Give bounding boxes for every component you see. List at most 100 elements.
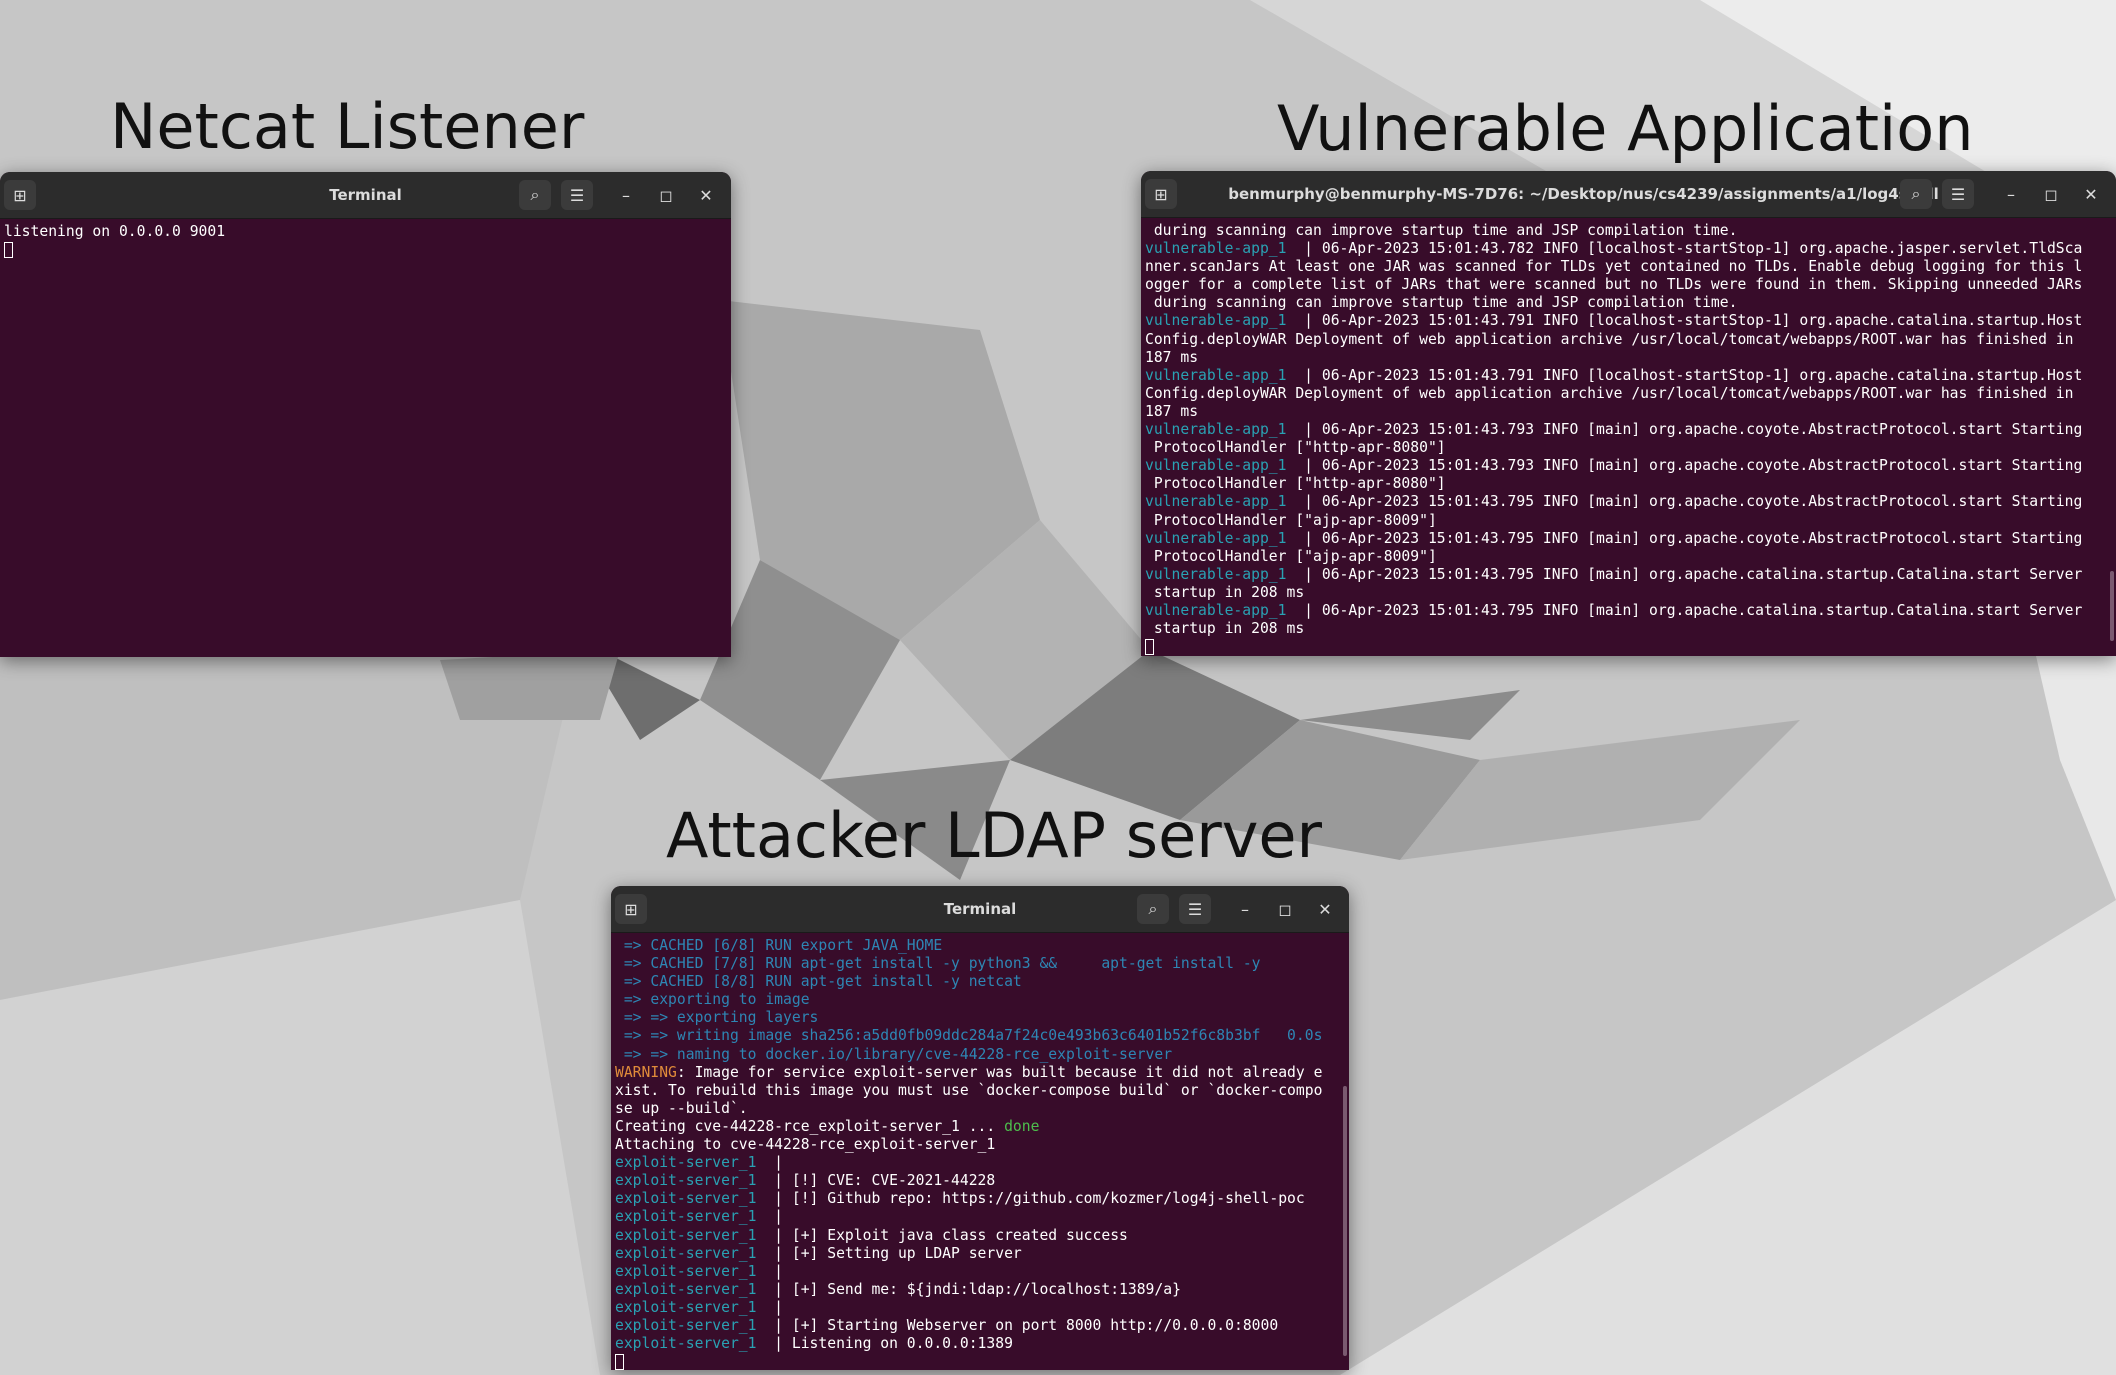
terminal-text: during scanning can improve startup time…	[1145, 294, 1738, 312]
terminal-text: during scanning can improve startup time…	[1145, 222, 1738, 239]
terminal-line: listening on 0.0.0.0 9001	[4, 223, 226, 240]
terminal-line: => => exporting layers 0.0s	[615, 1009, 1345, 1027]
terminal-text: | 06-Apr-2023 15:01:43.795 INFO [main] o…	[1304, 529, 2083, 547]
terminal-text: |	[774, 1262, 784, 1280]
minimize-icon[interactable]: –	[1999, 182, 2023, 206]
terminal-line: nner.scanJars At least one JAR was scann…	[1145, 258, 2112, 276]
terminal-line: => CACHED [7/8] RUN apt-get install -y p…	[615, 955, 1345, 973]
terminal-line: ProtocolHandler ["http-apr-8080"]	[1145, 475, 2112, 493]
terminal-line: vulnerable-app_1 | 06-Apr-2023 15:01:43.…	[1145, 457, 2112, 475]
terminal-line: exploit-server_1 |	[615, 1208, 1345, 1226]
terminal-line: startup in 208 ms	[1145, 584, 2112, 602]
service-name-prefix: exploit-server_1	[615, 1298, 775, 1316]
vulnerable-app-terminal-window[interactable]: ⊞ benmurphy@benmurphy-MS-7D76: ~/Desktop…	[1141, 171, 2116, 656]
new-tab-icon[interactable]: ⊞	[1145, 179, 1177, 209]
terminal-output[interactable]: listening on 0.0.0.0 9001	[0, 219, 731, 259]
service-name-prefix: vulnerable-app_1	[1145, 493, 1305, 511]
scrollbar[interactable]	[1343, 1086, 1347, 1356]
terminal-line: ProtocolHandler ["http-apr-8080"]	[1145, 439, 2112, 457]
terminal-line: => => writing image sha256:a5dd0fb09ddc2…	[615, 1027, 1345, 1045]
terminal-line: exploit-server_1 | [+] Exploit java clas…	[615, 1227, 1345, 1245]
terminal-line: vulnerable-app_1 | 06-Apr-2023 15:01:43.…	[1145, 312, 2112, 330]
attacker-ldap-terminal-window[interactable]: ⊞ Terminal ⌕ ☰ – ◻ ✕ => CACHED [6/8] RUN…	[611, 886, 1349, 1370]
terminal-text: WARNING	[615, 1063, 677, 1081]
terminal-text: |	[774, 1208, 784, 1226]
terminal-line	[4, 241, 727, 259]
terminal-line: vulnerable-app_1 | 06-Apr-2023 15:01:43.…	[1145, 530, 2112, 548]
service-name-prefix: exploit-server_1	[615, 1244, 775, 1262]
terminal-line: exploit-server_1 | [!] CVE: CVE-2021-442…	[615, 1172, 1345, 1190]
terminal-text: Config.deployWAR Deployment of web appli…	[1145, 330, 2074, 348]
netcat-terminal-window[interactable]: ⊞ Terminal ⌕ ☰ – ◻ ✕ listening on 0.0.0.…	[0, 172, 731, 657]
terminal-line: exploit-server_1 |	[615, 1263, 1345, 1281]
maximize-icon[interactable]: ◻	[2039, 182, 2063, 206]
close-icon[interactable]: ✕	[2079, 182, 2103, 206]
terminal-text: | 06-Apr-2023 15:01:43.782 INFO [localho…	[1304, 240, 2083, 258]
service-name-prefix: vulnerable-app_1	[1145, 312, 1305, 330]
hamburger-menu-icon[interactable]: ☰	[561, 180, 593, 210]
netcat-titlebar[interactable]: ⊞ Terminal ⌕ ☰ – ◻ ✕	[0, 172, 731, 219]
terminal-line: 187 ms	[1145, 403, 2112, 421]
terminal-text: ProtocolHandler ["http-apr-8080"]	[1145, 439, 1446, 457]
minimize-icon[interactable]: –	[614, 183, 638, 207]
terminal-line: WARNING: Image for service exploit-serve…	[615, 1064, 1345, 1082]
terminal-text: ogger for a complete list of JARs that w…	[1145, 276, 2083, 294]
minimize-icon[interactable]: –	[1233, 897, 1257, 921]
search-icon[interactable]: ⌕	[1137, 894, 1169, 924]
terminal-text: xist. To rebuild this image you must use…	[615, 1081, 1323, 1099]
terminal-line: vulnerable-app_1 | 06-Apr-2023 15:01:43.…	[1145, 421, 2112, 439]
search-icon[interactable]: ⌕	[1900, 179, 1932, 209]
terminal-text: | [!] CVE: CVE-2021-44228	[774, 1172, 996, 1190]
terminal-text: done	[1004, 1117, 1040, 1135]
terminal-text: | 06-Apr-2023 15:01:43.791 INFO [localho…	[1304, 312, 2083, 330]
caption-netcat-listener: Netcat Listener	[110, 90, 585, 163]
cursor-icon	[615, 1354, 624, 1370]
terminal-line	[1145, 638, 2112, 656]
terminal-line: ProtocolHandler ["ajp-apr-8009"]	[1145, 512, 2112, 530]
service-name-prefix: vulnerable-app_1	[1145, 366, 1305, 384]
terminal-line: => exporting to image 0.0s	[615, 991, 1345, 1009]
terminal-line: se up --build`.	[615, 1100, 1345, 1118]
terminal-text: ProtocolHandler ["ajp-apr-8009"]	[1145, 547, 1437, 565]
terminal-text: | 06-Apr-2023 15:01:43.793 INFO [main] o…	[1304, 457, 2083, 475]
terminal-line: exploit-server_1 | [+] Setting up LDAP s…	[615, 1245, 1345, 1263]
hamburger-menu-icon[interactable]: ☰	[1179, 894, 1211, 924]
terminal-line: vulnerable-app_1 | 06-Apr-2023 15:01:43.…	[1145, 367, 2112, 385]
terminal-line: xist. To rebuild this image you must use…	[615, 1082, 1345, 1100]
close-icon[interactable]: ✕	[694, 183, 718, 207]
terminal-text: se up --build`.	[615, 1099, 748, 1117]
terminal-text: Creating cve-44228-rce_exploit-server_1 …	[615, 1117, 1005, 1135]
close-icon[interactable]: ✕	[1313, 897, 1337, 921]
terminal-line: startup in 208 ms	[1145, 620, 2112, 638]
service-name-prefix: exploit-server_1	[615, 1262, 775, 1280]
terminal-text: => exporting to image 0.0s	[615, 991, 1349, 1009]
terminal-line: Config.deployWAR Deployment of web appli…	[1145, 331, 2112, 349]
service-name-prefix: exploit-server_1	[615, 1154, 775, 1172]
terminal-line: exploit-server_1 |	[615, 1154, 1345, 1172]
search-icon[interactable]: ⌕	[519, 180, 551, 210]
scrollbar[interactable]	[2110, 571, 2114, 641]
terminal-text: Config.deployWAR Deployment of web appli…	[1145, 384, 2074, 402]
hamburger-menu-icon[interactable]: ☰	[1942, 179, 1974, 209]
terminal-line: exploit-server_1 | [!] Github repo: http…	[615, 1190, 1345, 1208]
terminal-line: ProtocolHandler ["ajp-apr-8009"]	[1145, 548, 2112, 566]
attacker-titlebar[interactable]: ⊞ Terminal ⌕ ☰ – ◻ ✕	[611, 886, 1349, 933]
window-title: benmurphy@benmurphy-MS-7D76: ~/Desktop/n…	[1228, 185, 1939, 203]
terminal-text: 187 ms	[1145, 402, 1199, 420]
terminal-output[interactable]: => CACHED [6/8] RUN export JAVA_HOME 0.0…	[611, 933, 1349, 1370]
service-name-prefix: exploit-server_1	[615, 1226, 775, 1244]
maximize-icon[interactable]: ◻	[654, 183, 678, 207]
maximize-icon[interactable]: ◻	[1273, 897, 1297, 921]
new-tab-icon[interactable]: ⊞	[4, 180, 36, 210]
new-tab-icon[interactable]: ⊞	[615, 894, 647, 924]
terminal-line: Creating cve-44228-rce_exploit-server_1 …	[615, 1118, 1345, 1136]
terminal-output[interactable]: during scanning can improve startup time…	[1141, 218, 2116, 656]
terminal-line: => CACHED [8/8] RUN apt-get install -y n…	[615, 973, 1345, 991]
terminal-text: | [+] Starting Webserver on port 8000 ht…	[774, 1316, 1279, 1334]
service-name-prefix: vulnerable-app_1	[1145, 565, 1305, 583]
service-name-prefix: exploit-server_1	[615, 1190, 775, 1208]
terminal-text: : Image for service exploit-server was b…	[676, 1063, 1323, 1081]
vulnerable-app-titlebar[interactable]: ⊞ benmurphy@benmurphy-MS-7D76: ~/Desktop…	[1141, 171, 2116, 218]
terminal-line: exploit-server_1 |	[615, 1299, 1345, 1317]
service-name-prefix: vulnerable-app_1	[1145, 457, 1305, 475]
